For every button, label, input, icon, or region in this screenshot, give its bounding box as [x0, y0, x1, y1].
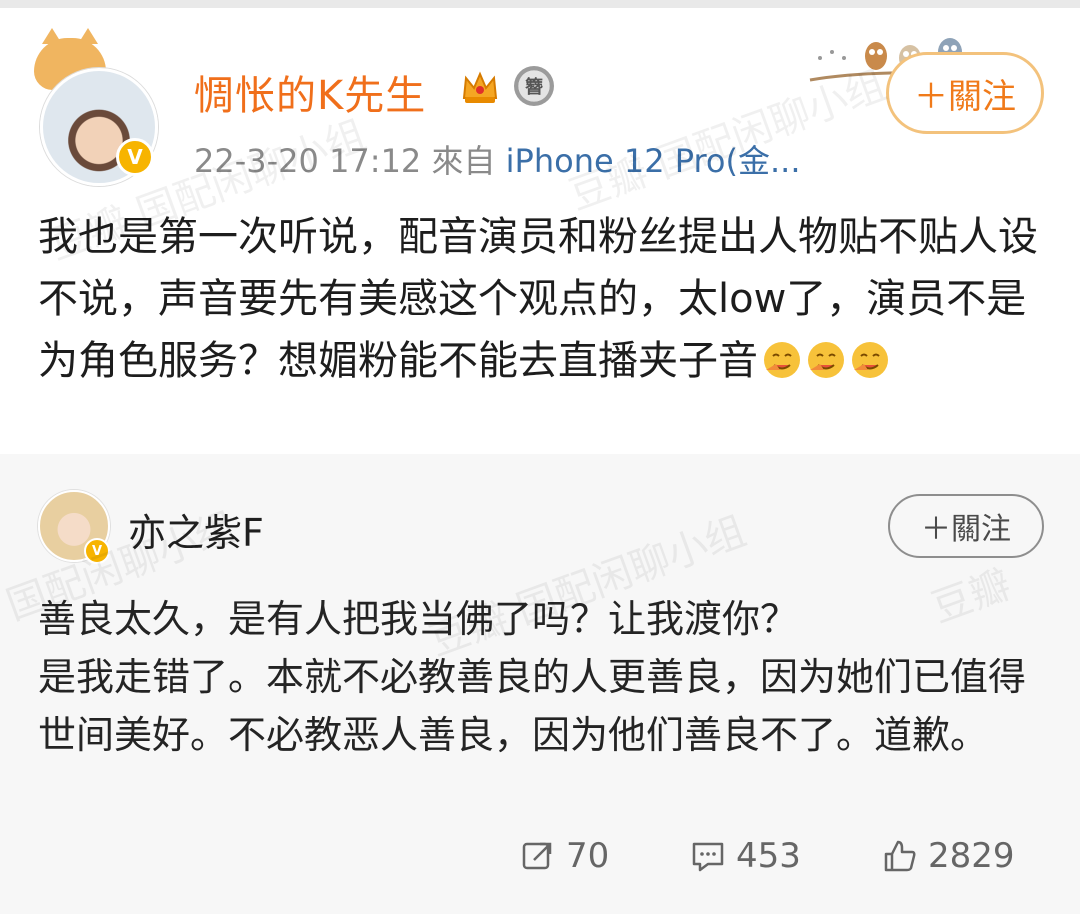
- crown-icon[interactable]: [460, 68, 500, 106]
- comment-button[interactable]: 453: [690, 836, 801, 876]
- repost-icon: [522, 842, 552, 870]
- author-avatar-frame[interactable]: V: [28, 28, 168, 186]
- comment-author-name[interactable]: 亦之紫F: [128, 502, 264, 557]
- emoji-icon: [850, 336, 890, 378]
- comment-line: 善良太久，是有人把我当佛了吗？让我渡你？: [38, 597, 799, 641]
- top-divider: [0, 0, 1080, 8]
- like-button[interactable]: 2829: [882, 836, 1015, 876]
- medal-icon[interactable]: 簪: [514, 66, 554, 106]
- follow-button[interactable]: ＋關注: [886, 52, 1044, 134]
- like-count: 2829: [928, 836, 1015, 876]
- comment-icon: [692, 842, 724, 872]
- repost-button[interactable]: 70: [520, 836, 609, 876]
- comment-post: V 亦之紫F ＋關注 善良太久，是有人把我当佛了吗？让我渡你？ 是我走错了。本就…: [0, 454, 1080, 914]
- verified-icon: V: [84, 538, 110, 564]
- source-prefix: 來自: [431, 142, 496, 180]
- action-bar: 70 453 2829: [0, 836, 1080, 886]
- weibo-post: V 惆怅的K先生 簪 22-3-20 17:12 來自 iPhone 12 Pr…: [0, 8, 1080, 454]
- emoji-icon: [806, 336, 846, 378]
- post-content: 我也是第一次听说，配音演员和粉丝提出人物贴不贴人设不说，声音要先有美感这个观点的…: [38, 206, 1048, 392]
- post-meta: 22-3-20 17:12 來自 iPhone 12 Pro(金...: [194, 136, 801, 182]
- emoji-icon: [762, 336, 802, 378]
- comment-count: 453: [736, 836, 801, 876]
- comment-line: 是我走错了。本就不必教善良的人更善良，因为她们已值得世间美好。不必教恶人善良，因…: [38, 655, 1027, 757]
- comment-content: 善良太久，是有人把我当佛了吗？让我渡你？ 是我走错了。本就不必教善良的人更善良，…: [38, 590, 1048, 764]
- author-name[interactable]: 惆怅的K先生: [194, 63, 426, 121]
- follow-button[interactable]: ＋關注: [888, 494, 1044, 558]
- repost-count: 70: [566, 836, 610, 876]
- post-timestamp: 22-3-20 17:12: [194, 142, 422, 180]
- like-icon: [884, 840, 916, 872]
- medal-text: 簪: [525, 77, 543, 98]
- verified-icon: V: [116, 138, 154, 176]
- source-device[interactable]: iPhone 12 Pro(金...: [506, 142, 801, 180]
